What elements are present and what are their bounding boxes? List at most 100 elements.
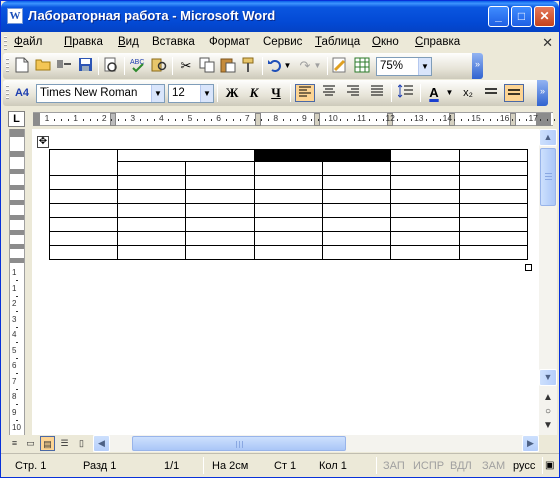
table-cell[interactable] [390,189,460,204]
styles-icon[interactable]: A4 [13,84,31,102]
font-color-button[interactable]: A [424,84,444,102]
table-cell[interactable] [185,245,255,260]
table-cell[interactable] [459,245,528,260]
table-cell[interactable] [185,231,255,246]
zoom-select[interactable]: 75% ▼ [376,57,432,76]
align-center-button[interactable] [319,84,339,102]
select-browse-object-icon[interactable]: ○ [539,405,557,419]
table-cell[interactable] [390,149,460,162]
maximize-button[interactable]: □ [511,6,532,27]
previous-page-icon[interactable]: ▲ [539,391,557,405]
document-page[interactable]: ✥ [32,129,539,435]
title-bar[interactable]: W Лабораторная работа - Microsoft Word _… [1,1,559,32]
table-cell[interactable] [117,231,186,246]
table-cell[interactable] [390,217,460,232]
borders-button[interactable] [481,84,501,102]
table-cell[interactable] [459,203,528,218]
toolbar-options-icon[interactable]: » [537,80,548,106]
web-layout-view-icon[interactable]: ▭ [23,436,38,451]
line-spacing-icon[interactable] [396,84,416,102]
menu-tools[interactable]: Сервис [263,36,302,48]
justify-button[interactable] [367,84,387,102]
table-cell[interactable] [117,203,186,218]
font-name-select[interactable]: Times New Roman ▼ [36,84,165,103]
open-folder-icon[interactable] [34,57,52,75]
table-cell[interactable] [459,231,528,246]
align-right-button[interactable] [343,84,363,102]
table-cell[interactable] [390,245,460,260]
table-cell[interactable] [254,217,323,232]
spelling-icon[interactable]: ABC [129,57,147,75]
table-cell[interactable] [254,175,323,190]
table-cell[interactable] [459,217,528,232]
table-cell[interactable] [49,149,118,176]
toolbar-options-icon[interactable]: » [472,53,483,79]
redo-dropdown-icon[interactable]: ▼ [313,57,322,75]
table-cell[interactable] [459,189,528,204]
scroll-left-icon[interactable]: ◀ [93,435,110,452]
status-record-macro[interactable]: ЗАП [383,460,405,472]
scroll-right-icon[interactable]: ▶ [522,435,539,452]
menu-format[interactable]: Формат [209,36,250,48]
menu-file[interactable]: Файл [14,36,42,48]
menu-insert[interactable]: Вставка [152,36,195,48]
next-page-icon[interactable]: ▼ [539,419,557,433]
toolbar-grip-icon[interactable] [6,58,9,72]
table-row[interactable] [49,245,528,260]
table-cell[interactable] [117,161,186,176]
horizontal-scrollbar[interactable]: ◀ ▶ [93,435,539,452]
table-cell[interactable] [117,189,186,204]
table-cell[interactable] [117,149,255,162]
table-cell[interactable] [254,161,323,176]
vertical-scroll-thumb[interactable] [540,148,556,206]
vertical-ruler[interactable]: 1 1 2 3 4 5 6 7 8 9 10 [9,129,25,436]
table-cell[interactable] [322,189,391,204]
table-cell[interactable] [49,175,118,190]
font-size-dropdown-icon[interactable]: ▼ [200,85,213,102]
zoom-dropdown-icon[interactable]: ▼ [418,58,431,75]
document-table[interactable] [49,149,528,260]
menu-help[interactable]: Справка [415,36,460,48]
undo-icon[interactable] [266,57,284,75]
italic-button[interactable]: К [244,84,264,102]
horizontal-ruler[interactable]: 1 1 2 3 4 5 6 7 8 9 10 11 12 13 14 15 16 17 [33,112,556,126]
menu-table[interactable]: Таблица [315,36,360,48]
table-cell[interactable] [117,217,186,232]
normal-view-icon[interactable]: ≡ [7,436,22,451]
table-cell[interactable] [322,175,391,190]
table-row[interactable] [50,161,528,176]
table-cell[interactable] [117,175,186,190]
table-cell[interactable] [185,189,255,204]
table-cell[interactable] [322,217,391,232]
font-color-dropdown-icon[interactable]: ▼ [445,84,454,102]
table-row[interactable] [49,231,528,246]
paste-icon[interactable] [219,57,237,75]
redo-icon[interactable]: ↷ [296,57,314,75]
menu-view[interactable]: Вид [118,36,139,48]
table-cell[interactable] [390,231,460,246]
outline-view-icon[interactable]: ☰ [57,436,72,451]
table-cell[interactable] [49,203,118,218]
table-cell[interactable] [117,245,186,260]
table-cell[interactable] [49,189,118,204]
horizontal-scroll-thumb[interactable] [132,436,346,451]
permission-icon[interactable] [55,57,73,75]
table-cell[interactable] [390,175,460,190]
table-cell[interactable] [322,245,391,260]
toolbar-grip-icon[interactable] [6,85,9,99]
copy-icon[interactable] [198,57,216,75]
align-left-button[interactable] [295,84,315,102]
table-resize-handle-icon[interactable] [525,264,532,271]
status-overtype[interactable]: ЗАМ [482,460,505,472]
format-painter-icon[interactable] [240,57,258,75]
table-cell[interactable] [254,203,323,218]
underline-button[interactable]: Ч [266,84,286,102]
font-dropdown-icon[interactable]: ▼ [151,85,164,102]
menu-edit[interactable]: Правка [64,36,103,48]
print-layout-view-icon[interactable]: ▤ [40,436,55,451]
spelling-status-icon[interactable]: ▣ [545,460,554,471]
scroll-down-icon[interactable]: ▼ [539,369,557,386]
table-cell[interactable] [49,217,118,232]
research-icon[interactable] [150,57,168,75]
highlight-borders-button[interactable] [504,84,524,102]
